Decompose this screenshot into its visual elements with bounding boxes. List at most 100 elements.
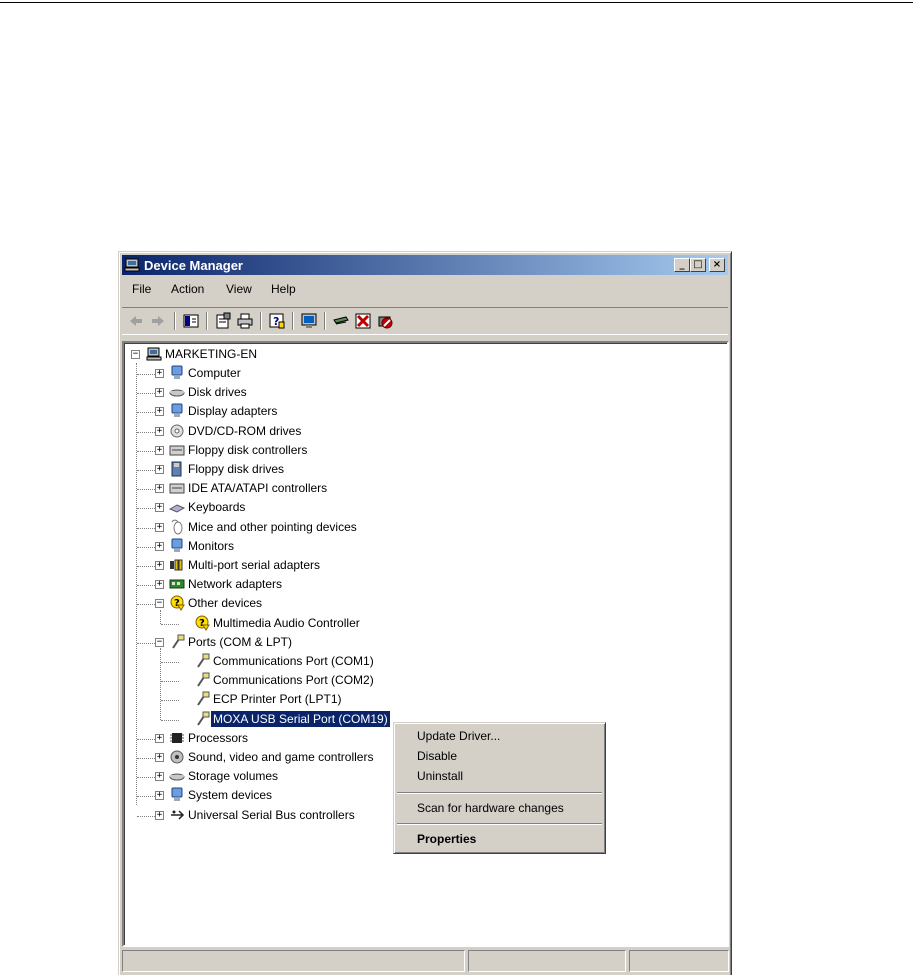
cd-rom-icon [169, 423, 185, 439]
tree-item-label: Network adapters [188, 577, 283, 592]
expand-toggle[interactable]: + [155, 465, 164, 474]
tree-category[interactable]: + Computer [124, 364, 604, 383]
menu-update-driver[interactable]: Update Driver... [396, 726, 603, 746]
show-hide-tree-icon[interactable] [182, 312, 200, 330]
tree-line [137, 604, 155, 606]
update-driver-icon[interactable] [300, 312, 318, 330]
tree-item-label: MOXA USB Serial Port (COM19) [210, 709, 391, 728]
properties-icon[interactable] [214, 312, 232, 330]
tree-item-label: Communications Port (COM2) [213, 673, 374, 688]
expand-toggle[interactable]: + [155, 810, 164, 820]
menu-action[interactable]: Action [171, 282, 204, 296]
expand-toggle[interactable]: + [155, 445, 164, 455]
expand-toggle[interactable]: + [155, 388, 164, 398]
expand-toggle[interactable]: + [155, 561, 164, 570]
expand-toggle[interactable]: + [155, 753, 164, 762]
menu-uninstall[interactable]: Uninstall [396, 766, 603, 786]
minimize-button[interactable]: _ [674, 258, 690, 272]
tree-item-label: Sound, video and game controllers [188, 750, 374, 764]
expand-toggle[interactable]: + [155, 426, 164, 436]
tree-device[interactable]: ? Multimedia Audio Controller [124, 614, 604, 633]
expand-toggle[interactable]: + [155, 407, 164, 417]
tree-root-label: MARKETING-EN [165, 347, 258, 361]
menu-scan-hardware[interactable]: Scan for hardware changes [396, 798, 603, 818]
menu-view[interactable]: View [226, 282, 252, 296]
tree-category[interactable]: + Mice and other pointing devices [124, 518, 604, 537]
print-icon[interactable] [236, 312, 254, 330]
tree-item-label: Ports (COM & LPT) [188, 634, 293, 649]
close-button[interactable]: × [709, 258, 725, 272]
port-connector-icon [194, 691, 210, 707]
forward-icon[interactable] [149, 312, 167, 330]
tree-root[interactable]: − MARKETING-EN [124, 345, 524, 364]
tree-category[interactable]: + Disk drives [124, 383, 604, 402]
floppy-drive-icon [169, 461, 185, 477]
tree-line [137, 758, 155, 759]
tree-device[interactable]: Communications Port (COM2) [124, 671, 604, 690]
keyboard-icon [168, 499, 186, 515]
uninstall-icon[interactable] [354, 312, 372, 330]
tree-device[interactable]: Communications Port (COM1) [124, 652, 604, 671]
tree-category[interactable]: + Floppy disk controllers [124, 441, 604, 460]
tree-line [137, 566, 155, 567]
tree-category[interactable]: + IDE ATA/ATAPI controllers [124, 479, 604, 498]
toolbar: ? [122, 307, 728, 335]
expand-toggle[interactable]: + [155, 369, 164, 378]
scan-hardware-icon[interactable] [332, 312, 350, 330]
tree-line [137, 796, 155, 798]
speaker-icon [169, 749, 185, 765]
device-monitor-icon [169, 365, 185, 381]
expand-toggle[interactable]: + [155, 733, 164, 743]
serial-adapter-icon [169, 557, 185, 573]
device-manager-icon [124, 257, 140, 273]
tree-category[interactable]: + Display adapters [124, 402, 604, 421]
tree-line [137, 815, 155, 817]
port-connector-icon [194, 653, 210, 669]
expand-toggle[interactable]: + [155, 541, 164, 551]
menu-properties[interactable]: Properties [396, 829, 603, 849]
disable-icon[interactable] [376, 312, 394, 330]
network-adapter-icon [169, 576, 185, 592]
usb-icon [169, 807, 185, 823]
back-icon[interactable] [127, 312, 145, 330]
tree-item-label: Other devices [188, 596, 263, 611]
title-bar[interactable]: Device Manager _ □ × [122, 255, 728, 275]
maximize-button[interactable]: □ [690, 258, 706, 272]
tree-category[interactable]: − Ports (COM & LPT) [124, 633, 604, 652]
collapse-toggle[interactable]: − [155, 599, 164, 609]
tree-category[interactable]: + Monitors [124, 537, 604, 556]
menu-file[interactable]: File [132, 282, 151, 296]
tree-line [137, 527, 155, 529]
expand-toggle[interactable]: + [155, 791, 164, 801]
status-cell-3 [629, 950, 729, 972]
tree-item-label: Keyboards [188, 500, 246, 515]
tree-category[interactable]: + Multi-port serial adapters [124, 556, 604, 575]
disk-drive-icon [169, 768, 185, 784]
device-manager-window: Device Manager _ □ × File Action View He… [118, 251, 732, 975]
device-tree[interactable]: − MARKETING-EN + Computer + Disk drives + Dis… [122, 341, 729, 947]
tree-category[interactable]: + Network adapters [124, 575, 604, 594]
tree-line [161, 719, 179, 721]
tree-category[interactable]: −? Other devices [124, 594, 604, 613]
tree-line [137, 450, 155, 452]
tree-line [137, 412, 155, 414]
tree-category[interactable]: + Keyboards [124, 498, 604, 517]
tree-category[interactable]: + Floppy disk drives [124, 460, 604, 479]
menu-help[interactable]: Help [271, 282, 296, 296]
expand-toggle[interactable]: + [155, 580, 164, 590]
help-icon[interactable]: ? [268, 312, 286, 330]
expand-toggle[interactable]: + [155, 484, 164, 494]
tree-category[interactable]: + DVD/CD-ROM drives [124, 422, 604, 441]
tree-item-label: Monitors [188, 538, 235, 553]
tree-device[interactable]: ECP Printer Port (LPT1) [124, 690, 604, 709]
port-connector-icon [194, 672, 210, 688]
toolbar-separator [260, 312, 262, 330]
expand-toggle[interactable]: + [155, 522, 164, 532]
device-monitor-icon [169, 787, 185, 803]
expand-toggle[interactable]: + [155, 503, 164, 513]
tree-item-label: Floppy disk controllers [188, 442, 308, 457]
menu-disable[interactable]: Disable [396, 746, 603, 766]
expand-toggle[interactable]: + [155, 772, 164, 782]
collapse-toggle[interactable]: − [155, 637, 164, 647]
collapse-toggle[interactable]: − [131, 350, 140, 359]
